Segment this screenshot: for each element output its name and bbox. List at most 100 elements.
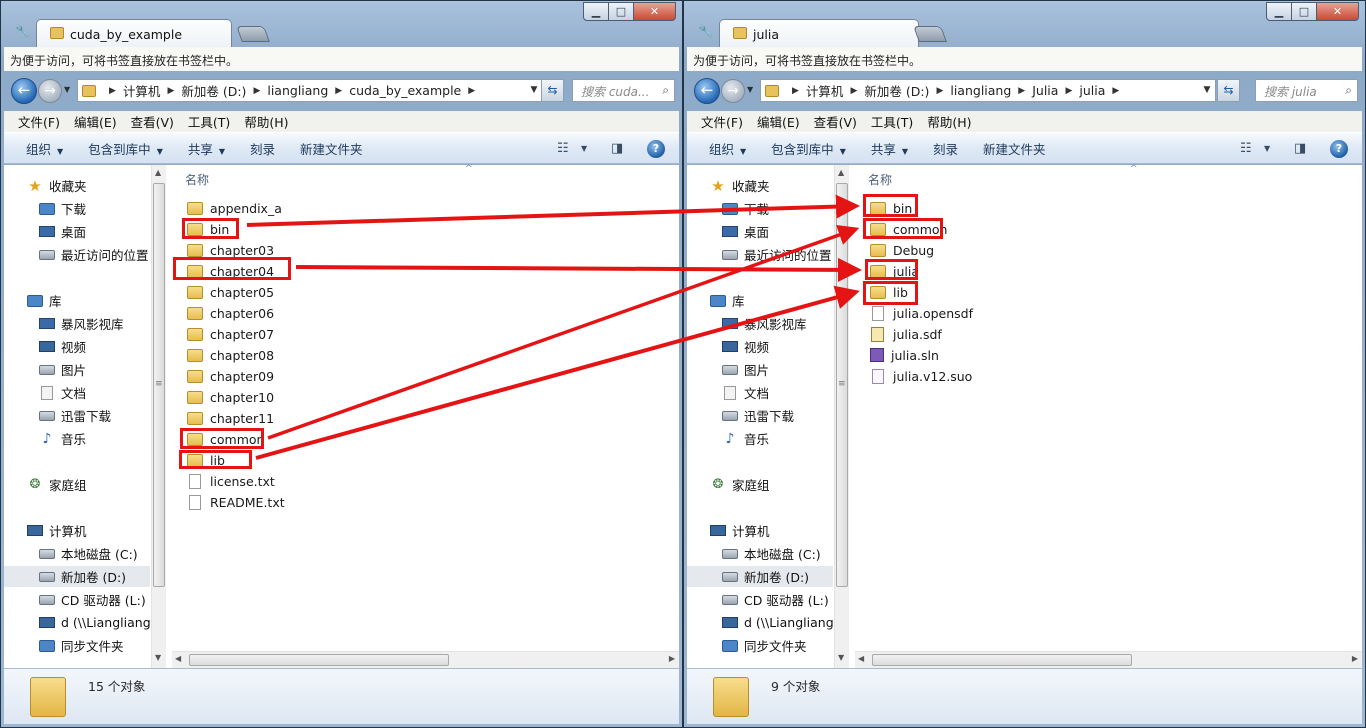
- nav-sync-folder[interactable]: 同步文件夹: [4, 635, 150, 656]
- file-row[interactable]: README.txt: [187, 492, 285, 512]
- scrollbar-thumb[interactable]: [872, 654, 1132, 666]
- scroll-down-icon[interactable]: ▼: [155, 653, 161, 662]
- nav-desktop[interactable]: 桌面: [687, 221, 833, 242]
- close-button[interactable]: ✕: [1316, 2, 1359, 21]
- nav-cd-drive[interactable]: CD 驱动器 (L:): [687, 589, 833, 610]
- help-icon[interactable]: ?: [1330, 140, 1348, 158]
- breadcrumb-item[interactable]: 计算机: [806, 81, 844, 100]
- organize-button[interactable]: 组织 ▼: [709, 139, 746, 158]
- nav-computer[interactable]: 计算机: [687, 520, 833, 541]
- back-button[interactable]: ←: [11, 78, 37, 104]
- nav-pictures[interactable]: 图片: [4, 359, 150, 380]
- scrollbar-thumb[interactable]: [189, 654, 449, 666]
- file-row[interactable]: chapter10: [187, 387, 274, 407]
- nav-xunlei-downloads[interactable]: 迅雷下载: [4, 405, 150, 426]
- wrench-icon[interactable]: 🔧: [698, 24, 713, 38]
- preview-pane-icon[interactable]: ◨: [1294, 140, 1306, 158]
- address-bar[interactable]: ▶ 计算机 ▶ 新加卷 (D:) ▶ liangliang ▶ Julia ▶ …: [760, 79, 1216, 102]
- nav-xunlei-downloads[interactable]: 迅雷下载: [687, 405, 833, 426]
- search-input[interactable]: 搜索 cuda... ⌕: [572, 79, 675, 102]
- chevron-right-icon[interactable]: ▶: [1112, 86, 1119, 96]
- menu-tools[interactable]: 工具(T): [871, 112, 913, 131]
- preview-pane-icon[interactable]: ◨: [611, 140, 623, 158]
- file-row[interactable]: chapter08: [187, 345, 274, 365]
- close-button[interactable]: ✕: [633, 2, 676, 21]
- forward-button[interactable]: →: [38, 79, 62, 103]
- chevron-right-icon[interactable]: ▶: [1018, 86, 1025, 96]
- column-header-name[interactable]: 名称: [868, 171, 892, 188]
- nav-videos[interactable]: 视频: [687, 336, 833, 357]
- maximize-button[interactable]: □: [1291, 2, 1317, 21]
- breadcrumb-item[interactable]: liangliang: [950, 83, 1011, 98]
- file-row[interactable]: julia.v12.suo: [870, 366, 972, 386]
- breadcrumb-item[interactable]: 计算机: [123, 81, 161, 100]
- menu-help[interactable]: 帮助(H): [244, 112, 288, 131]
- chevron-right-icon[interactable]: ▶: [253, 86, 260, 96]
- chevron-down-icon[interactable]: ▼: [581, 140, 587, 158]
- nav-video-library[interactable]: 暴风影视库: [687, 313, 833, 334]
- menu-tools[interactable]: 工具(T): [188, 112, 230, 131]
- file-row[interactable]: julia.sln: [870, 345, 939, 365]
- scroll-left-icon[interactable]: ◀: [858, 654, 864, 663]
- help-icon[interactable]: ?: [647, 140, 665, 158]
- address-dropdown-icon[interactable]: ▼: [526, 80, 542, 101]
- nav-music[interactable]: ♪ 音乐: [687, 428, 833, 449]
- nav-homegroup[interactable]: ❂ 家庭组: [4, 474, 150, 495]
- tab-julia[interactable]: julia: [719, 19, 919, 48]
- nav-pane-scrollbar[interactable]: ▲ ≡ ▼: [834, 165, 849, 668]
- breadcrumb-item[interactable]: Julia: [1032, 83, 1058, 98]
- scroll-down-icon[interactable]: ▼: [838, 653, 844, 662]
- nav-music[interactable]: ♪ 音乐: [4, 428, 150, 449]
- nav-libraries[interactable]: 库: [4, 290, 150, 311]
- nav-downloads[interactable]: 下载: [4, 198, 150, 219]
- breadcrumb-item[interactable]: cuda_by_example: [349, 83, 461, 98]
- back-button[interactable]: ←: [694, 78, 720, 104]
- nav-network-drive[interactable]: d (\\Liangliang-: [687, 612, 833, 633]
- search-input[interactable]: 搜索 julia ⌕: [1255, 79, 1358, 102]
- file-row[interactable]: chapter06: [187, 303, 274, 323]
- refresh-button[interactable]: ⇆: [1217, 79, 1240, 102]
- nav-documents[interactable]: 文档: [687, 382, 833, 403]
- chevron-right-icon[interactable]: ▶: [792, 86, 799, 96]
- horizontal-scrollbar[interactable]: ◀ ▶: [855, 651, 1362, 668]
- file-row[interactable]: Debug: [870, 240, 934, 260]
- nav-documents[interactable]: 文档: [4, 382, 150, 403]
- nav-network-drive[interactable]: d (\\Liangliang-: [4, 612, 150, 633]
- scroll-up-icon[interactable]: ▲: [838, 168, 844, 177]
- chevron-right-icon[interactable]: ▶: [335, 86, 342, 96]
- nav-pane-scrollbar[interactable]: ▲ ≡ ▼: [151, 165, 166, 668]
- scroll-right-icon[interactable]: ▶: [1352, 654, 1358, 663]
- chevron-right-icon[interactable]: ▶: [1065, 86, 1072, 96]
- file-row[interactable]: license.txt: [187, 471, 275, 491]
- chevron-down-icon[interactable]: ▼: [1264, 140, 1270, 158]
- forward-button[interactable]: →: [721, 79, 745, 103]
- include-in-library-button[interactable]: 包含到库中 ▼: [88, 139, 163, 158]
- new-tab-button[interactable]: [236, 26, 270, 42]
- nav-favorites[interactable]: ★ 收藏夹: [4, 175, 150, 196]
- file-row[interactable]: julia.opensdf: [870, 303, 973, 323]
- breadcrumb-item[interactable]: liangliang: [267, 83, 328, 98]
- column-header-name[interactable]: 名称: [185, 171, 209, 188]
- menu-file[interactable]: 文件(F): [18, 112, 60, 131]
- minimize-button[interactable]: ▁: [1266, 2, 1292, 21]
- nav-local-disk-c[interactable]: 本地磁盘 (C:): [4, 543, 150, 564]
- view-options-icon[interactable]: ☷: [1240, 140, 1252, 158]
- burn-button[interactable]: 刻录: [250, 139, 275, 158]
- recent-pages-dropdown[interactable]: ▼: [64, 85, 70, 94]
- address-dropdown-icon[interactable]: ▼: [1199, 80, 1215, 101]
- file-row[interactable]: julia.sdf: [870, 324, 942, 344]
- breadcrumb-item[interactable]: julia: [1079, 83, 1105, 98]
- file-row[interactable]: appendix_a: [187, 198, 282, 218]
- breadcrumb-item[interactable]: 新加卷 (D:): [864, 81, 929, 100]
- menu-edit[interactable]: 编辑(E): [757, 112, 800, 131]
- menu-edit[interactable]: 编辑(E): [74, 112, 117, 131]
- scroll-right-icon[interactable]: ▶: [669, 654, 675, 663]
- nav-videos[interactable]: 视频: [4, 336, 150, 357]
- nav-computer[interactable]: 计算机: [4, 520, 150, 541]
- scroll-left-icon[interactable]: ◀: [175, 654, 181, 663]
- nav-cd-drive[interactable]: CD 驱动器 (L:): [4, 589, 150, 610]
- menu-view[interactable]: 查看(V): [131, 112, 174, 131]
- file-row[interactable]: chapter07: [187, 324, 274, 344]
- chevron-right-icon[interactable]: ▶: [468, 86, 475, 96]
- nav-recent-places[interactable]: 最近访问的位置: [4, 244, 150, 265]
